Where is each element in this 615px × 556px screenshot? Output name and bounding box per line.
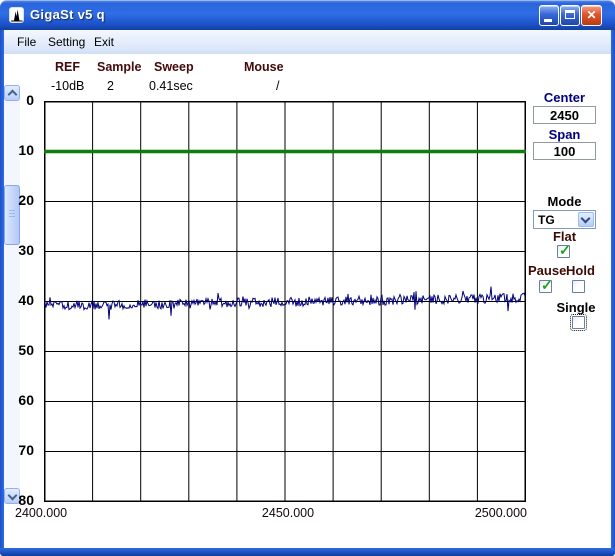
span-label: Span [548, 127, 581, 142]
chevron-down-icon [580, 213, 591, 224]
x-tick-end: 2500.000 [474, 506, 527, 520]
window-border-bottom [0, 548, 615, 556]
close-button[interactable]: ✕ [581, 5, 602, 26]
mouse-value: / [276, 79, 280, 93]
hold-checkbox[interactable]: ✓ [572, 280, 585, 293]
y-tick-label: 20 [18, 192, 34, 208]
y-tick-label: 10 [18, 142, 34, 158]
title-bar[interactable]: GigaSt v5 q ✕ [0, 0, 615, 30]
y-tick-label: 50 [18, 342, 34, 358]
y-tick-label: 60 [18, 392, 34, 408]
sample-value: 2 [107, 79, 114, 93]
minimize-icon [544, 19, 552, 22]
pause-checkbox[interactable]: ✓ [539, 277, 553, 293]
mode-dropdown-button[interactable] [578, 212, 594, 227]
close-icon: ✕ [586, 8, 597, 22]
app-window: GigaSt v5 q ✕ File Setting Exit REF Samp… [0, 0, 615, 556]
span-input[interactable] [533, 142, 596, 160]
check-icon: ✓ [541, 277, 553, 293]
pause-label: Pause [528, 263, 567, 278]
single-checkbox[interactable]: ✓ [570, 314, 587, 331]
window-border-right [611, 30, 615, 548]
x-tick-center: 2450.000 [261, 506, 315, 520]
sample-label: Sample [97, 60, 142, 74]
ref-label: REF [55, 60, 80, 74]
sweep-value: 0.41sec [149, 79, 193, 93]
spectrum-plot-canvas [43, 101, 526, 502]
spectrum-plot[interactable] [43, 101, 526, 502]
mode-selected-value: TG [538, 213, 555, 227]
menu-item-file[interactable]: File [17, 35, 36, 49]
menu-item-setting[interactable]: Setting [48, 35, 85, 49]
ref-value: -10dB [51, 79, 85, 93]
y-tick-label: 30 [18, 242, 34, 258]
center-label: Center [543, 90, 586, 105]
mouse-label: Mouse [244, 60, 284, 74]
sweep-label: Sweep [154, 60, 194, 74]
mode-dropdown[interactable]: TG [533, 210, 596, 229]
menu-item-exit[interactable]: Exit [94, 35, 114, 49]
hold-label: Hold [566, 263, 595, 278]
app-icon [9, 7, 24, 23]
maximize-icon [565, 10, 575, 19]
single-label: Single [556, 300, 596, 315]
y-tick-label: 70 [18, 442, 34, 458]
y-tick-label: 40 [18, 292, 34, 308]
check-icon: ✓ [559, 242, 571, 258]
window-title: GigaSt v5 q [30, 7, 105, 22]
y-tick-label: 0 [26, 92, 34, 108]
x-tick-start: 2400.000 [15, 506, 68, 520]
menu-bar: File Setting Exit [4, 30, 611, 54]
flat-checkbox[interactable]: ✓ [557, 242, 571, 258]
maximize-button[interactable] [560, 5, 580, 26]
center-input[interactable] [533, 106, 596, 124]
mode-label: Mode [547, 194, 582, 209]
minimize-button[interactable] [539, 5, 559, 26]
